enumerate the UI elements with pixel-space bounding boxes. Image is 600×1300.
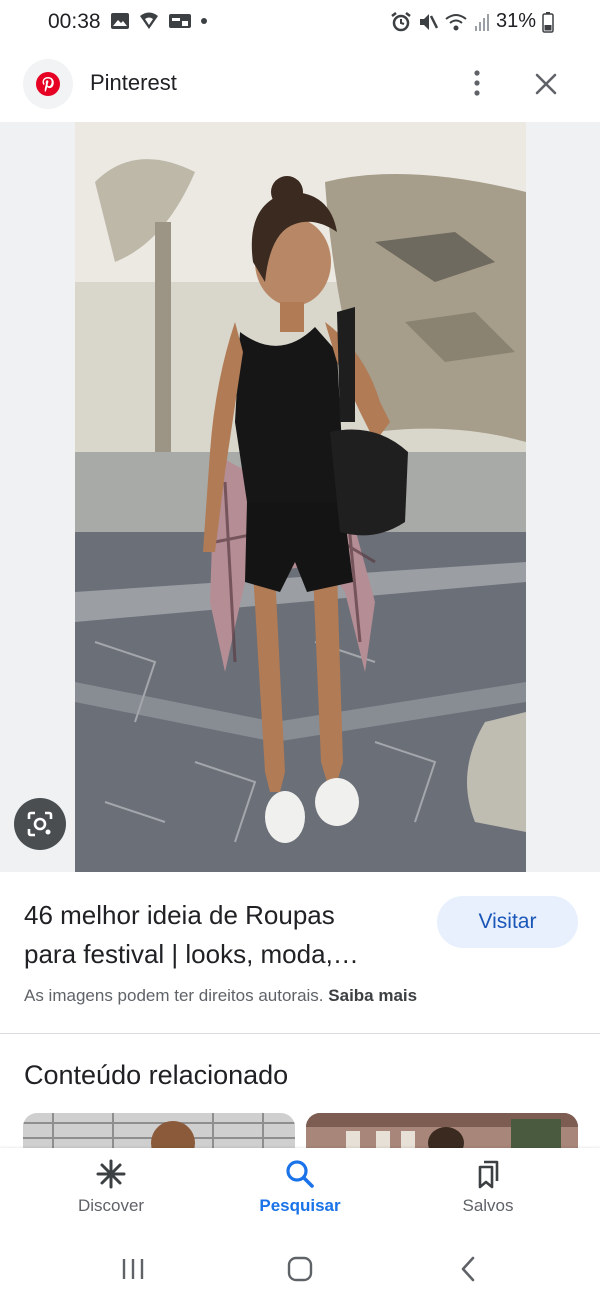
visit-button[interactable]: Visitar	[437, 896, 578, 948]
result-image[interactable]	[75, 122, 526, 872]
related-image-1	[23, 1113, 295, 1153]
nav-saved[interactable]: Salvos	[418, 1158, 558, 1228]
status-notification-icons	[110, 11, 208, 31]
bottom-navigation: Discover Pesquisar Salvos	[0, 1148, 600, 1238]
signal-icon	[474, 13, 489, 31]
status-time: 00:38	[48, 10, 101, 33]
system-navigation-bar	[0, 1238, 600, 1300]
result-title[interactable]: 46 melhor ideia de Roupas para festival …	[24, 896, 419, 974]
status-system-icons: 31%	[390, 10, 554, 33]
pinterest-icon	[36, 72, 60, 96]
google-lens-button[interactable]	[14, 798, 66, 850]
gallery-notification-icon	[111, 13, 129, 29]
alarm-icon	[391, 11, 411, 31]
close-icon	[535, 73, 557, 95]
bookmarks-icon	[478, 1160, 499, 1189]
nav-discover[interactable]: Discover	[41, 1158, 181, 1228]
back-button[interactable]	[448, 1254, 488, 1284]
shield-wifi-notification-icon	[140, 12, 158, 29]
pinterest-logo	[23, 59, 73, 109]
asterisk-icon	[96, 1159, 126, 1189]
learn-more-link[interactable]: Saiba mais	[328, 986, 417, 1005]
related-thumbnail[interactable]	[23, 1113, 295, 1153]
nav-search[interactable]: Pesquisar	[230, 1158, 370, 1228]
more-vertical-icon	[474, 70, 480, 96]
battery-percentage: 31%	[495, 10, 536, 32]
related-content-heading: Conteúdo relacionado	[24, 1060, 289, 1090]
app-header: Pinterest	[0, 46, 600, 122]
dot-notification-icon	[201, 18, 207, 24]
recents-button[interactable]	[113, 1254, 153, 1284]
home-button[interactable]	[280, 1254, 320, 1284]
result-title-line-2: para festival | looks, moda,…	[24, 939, 359, 969]
section-divider	[0, 1033, 600, 1034]
back-icon	[461, 1256, 475, 1282]
battery-icon	[542, 11, 554, 33]
recents-icon	[122, 1259, 144, 1279]
copyright-text: As imagens podem ter direitos autorais.	[24, 986, 324, 1005]
wifi-icon	[445, 13, 467, 30]
nav-search-label: Pesquisar	[259, 1196, 341, 1215]
source-title: Pinterest	[90, 70, 177, 95]
status-bar: 00:38 31%	[0, 0, 600, 46]
result-title-line-1: 46 melhor ideia de Roupas	[24, 900, 335, 930]
more-options-button[interactable]	[456, 62, 498, 104]
nav-discover-label: Discover	[77, 1196, 145, 1215]
image-preview-area	[0, 122, 600, 872]
outfit-photo	[75, 122, 526, 872]
related-image-2	[306, 1113, 578, 1153]
nav-saved-label: Salvos	[462, 1196, 514, 1215]
mute-icon	[419, 13, 438, 30]
close-button[interactable]	[524, 62, 568, 106]
related-thumbnail[interactable]	[306, 1113, 578, 1153]
search-icon	[286, 1160, 314, 1188]
home-icon	[287, 1256, 313, 1282]
lens-icon	[27, 811, 53, 837]
card-notification-icon	[169, 14, 191, 28]
copyright-notice: As imagens podem ter direitos autorais. …	[24, 986, 417, 1006]
